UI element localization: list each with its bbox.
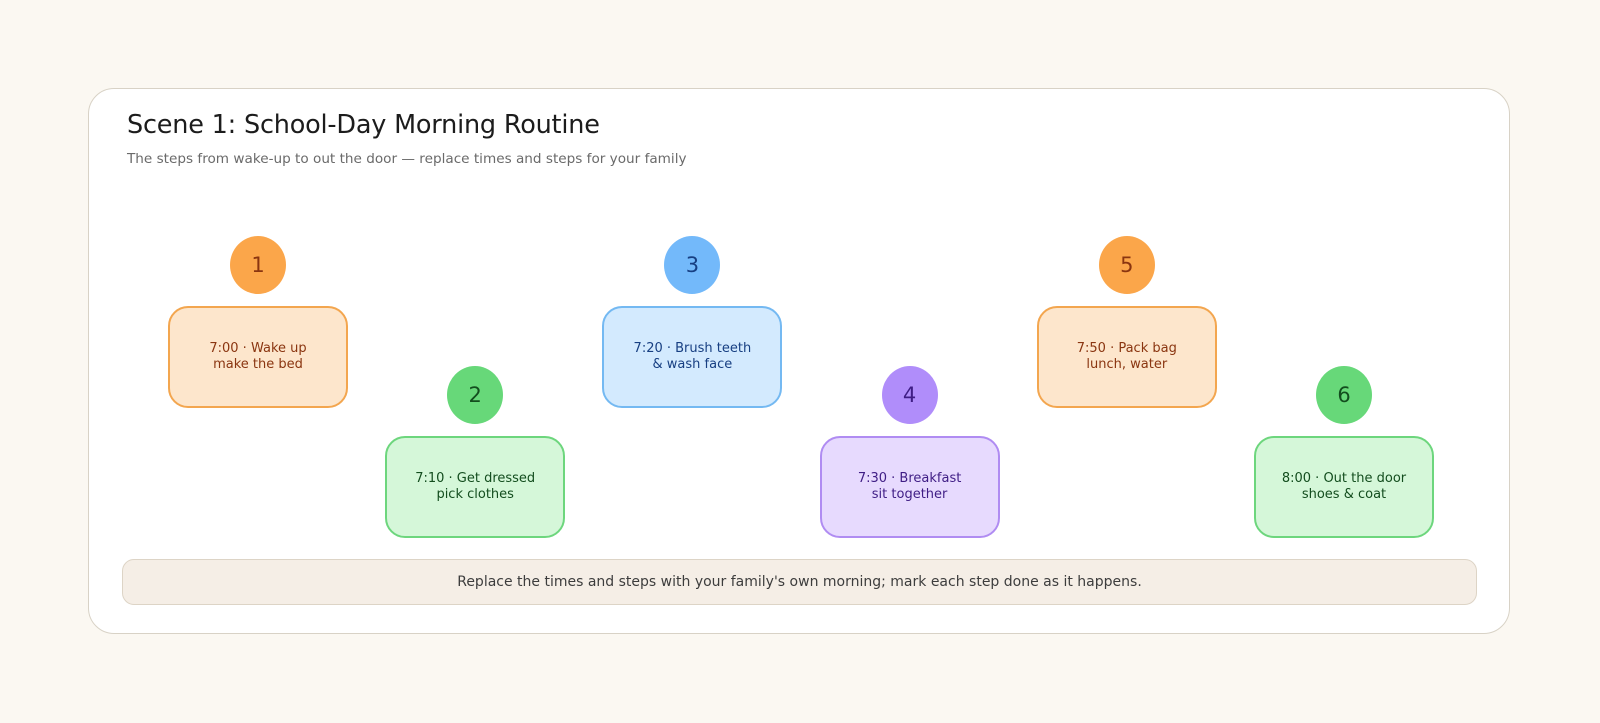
step-number-badge-6: 6: [1316, 366, 1372, 424]
step-box-5: 7:50 · Pack bag lunch, water: [1036, 306, 1217, 408]
step-number: 3: [685, 253, 700, 277]
step-time-label: 7:00 · Wake up: [209, 341, 307, 356]
step-number: 1: [251, 253, 265, 277]
step-number: 4: [902, 383, 917, 407]
step-detail-label: make the bed: [213, 357, 303, 372]
step-detail-label: & wash face: [652, 357, 733, 372]
step-time-label: 8:00 · Out the door: [1281, 471, 1407, 486]
step-box-2: 7:10 · Get dressed pick clothes: [385, 436, 566, 538]
step-box-4: 7:30 · Breakfast sit together: [819, 436, 1000, 538]
step-detail-label: pick clothes: [436, 487, 514, 502]
footer-note: Replace the times and steps with your fa…: [122, 559, 1477, 605]
step-time-label: 7:20 · Brush teeth: [633, 341, 752, 356]
step-number-badge-5: 5: [1098, 236, 1155, 294]
step-number: 5: [1120, 253, 1134, 277]
footer-note-text: Replace the times and steps with your fa…: [457, 574, 1142, 590]
step-number-badge-4: 4: [881, 366, 938, 424]
step-number-badge-1: 1: [230, 236, 286, 294]
step-number-badge-2: 2: [447, 366, 504, 424]
routine-diagram: 7:00 · Wake up make the bed 1 7:10 · Get dr…: [0, 0, 1600, 723]
step-number: 6: [1337, 383, 1351, 407]
step-box-3: 7:20 · Brush teeth & wash face: [602, 306, 783, 408]
step-detail-label: lunch, water: [1086, 357, 1168, 372]
step-detail-label: shoes & coat: [1301, 487, 1387, 502]
step-number: 2: [468, 383, 482, 407]
step-number-badge-3: 3: [664, 236, 721, 294]
step-detail-label: sit together: [871, 487, 948, 502]
step-time-label: 7:30 · Breakfast: [857, 471, 962, 486]
step-time-label: 7:50 · Pack bag: [1076, 341, 1177, 356]
step-box-1: 7:00 · Wake up make the bed: [168, 306, 348, 408]
step-time-label: 7:10 · Get dressed: [415, 471, 536, 486]
step-box-6: 8:00 · Out the door shoes & coat: [1254, 436, 1434, 538]
